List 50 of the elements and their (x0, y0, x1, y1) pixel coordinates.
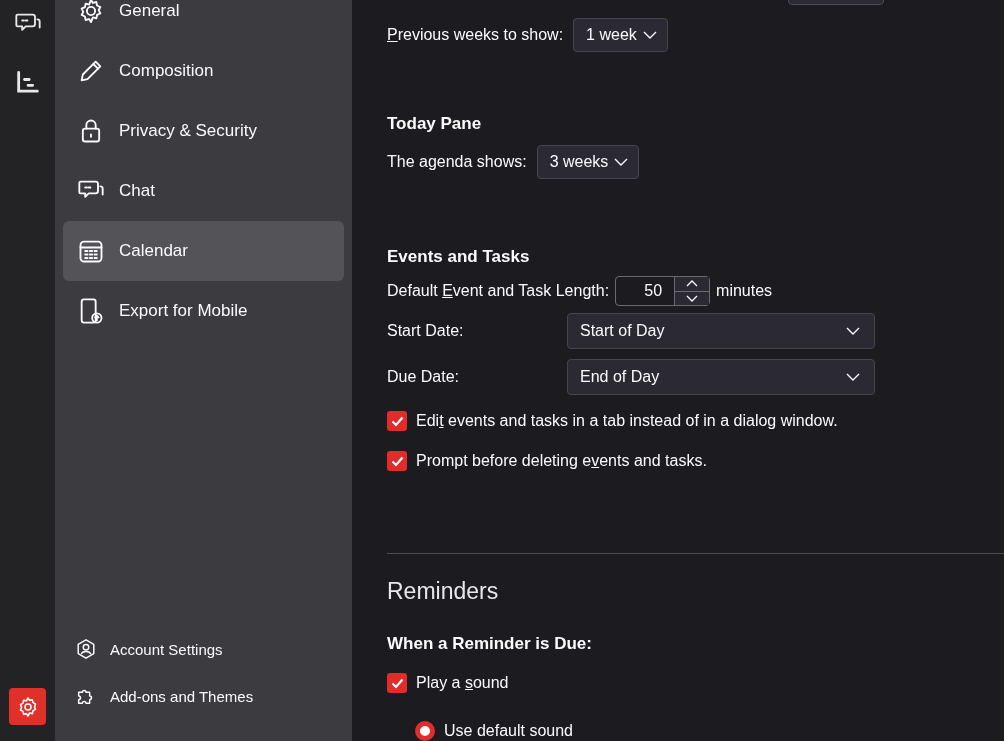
account-icon (75, 638, 97, 660)
category-label: Calendar (119, 241, 188, 261)
chevron-down-icon (686, 294, 699, 302)
radio-label: Use default sound (444, 722, 573, 740)
field-label: Previous weeks to show: (387, 26, 564, 44)
length-field[interactable]: 50 (615, 276, 711, 306)
field-label: Start Date: (387, 322, 465, 340)
date-dropdown[interactable]: Start of Day (567, 313, 875, 349)
chevron-up-icon (686, 280, 699, 288)
section-heading: When a Reminder is Due: (387, 634, 593, 654)
weeks-dropdown[interactable]: 1 week (573, 18, 668, 52)
category-item[interactable]: Chat (63, 161, 344, 221)
field-label: Due Date: (387, 368, 461, 386)
footer-link[interactable]: Account Settings (75, 632, 344, 666)
category-item[interactable]: Privacy & Security (63, 101, 344, 161)
checkbox-label: Play a sound (416, 674, 509, 692)
field-label: The agenda shows: (387, 153, 527, 171)
chevron-down-icon (846, 327, 860, 335)
checkbox[interactable] (387, 451, 407, 471)
checkbox-label: Prompt before deleting events and tasks. (416, 452, 707, 470)
section-heading: Events and Tasks (387, 247, 531, 267)
section-title: Reminders (387, 578, 500, 605)
date-dropdown[interactable]: End of Day (567, 359, 875, 395)
radio-button[interactable] (415, 721, 435, 741)
footer-label: Add-ons and Themes (110, 687, 254, 705)
footer-label: Account Settings (110, 640, 223, 658)
category-label: General (119, 1, 180, 21)
category-label: Privacy & Security (119, 121, 257, 141)
category-item[interactable]: General (63, 0, 344, 41)
category-label: Export for Mobile (119, 301, 248, 321)
increment-button[interactable] (675, 277, 710, 291)
category-item[interactable]: Calendar (63, 221, 344, 281)
field-label: Default Event and Task Length: (387, 282, 610, 300)
checkmark-icon (390, 455, 404, 467)
section-heading: Today Pane (387, 114, 483, 134)
category-label: Chat (119, 181, 155, 201)
chevron-down-icon (642, 31, 657, 39)
checkbox[interactable] (387, 673, 407, 693)
category-item[interactable]: Export for Mobile (63, 281, 344, 341)
checkbox-label: Edit events and tasks in a tab instead of in a dialog window. (416, 412, 838, 430)
footer-link[interactable]: Add-ons and Themes (75, 679, 344, 713)
agenda-dropdown[interactable]: 3 weeks (536, 145, 640, 179)
category-item[interactable]: Composition (63, 41, 344, 101)
checkmark-icon (390, 677, 404, 689)
chevron-down-icon (614, 158, 629, 166)
checkmark-icon (390, 415, 404, 427)
category-label: Composition (119, 61, 214, 81)
chevron-down-icon (846, 373, 860, 381)
checkbox[interactable] (387, 411, 407, 431)
unit-label: minutes (716, 282, 773, 300)
